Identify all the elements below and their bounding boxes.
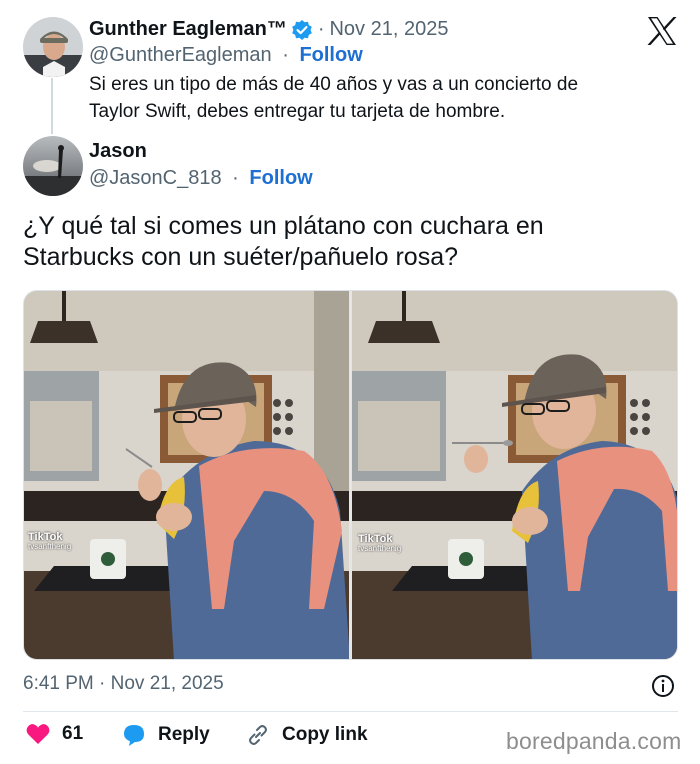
user-handle[interactable]: @JasonC_818: [89, 167, 222, 189]
info-icon[interactable]: [651, 674, 675, 703]
tiktok-user: tvsanfthenig: [358, 544, 402, 554]
tweet-text-line: Starbucks con un suéter/pañuelo rosa?: [23, 243, 458, 271]
avatar-gunther[interactable]: [23, 17, 83, 77]
like-button[interactable]: 61: [26, 723, 83, 745]
thread-connector: [51, 78, 53, 134]
reply-tweet-handle-row: @JasonC_818 · Follow: [89, 167, 313, 190]
user-handle[interactable]: @GuntherEagleman: [89, 44, 272, 66]
x-logo-icon[interactable]: [646, 16, 678, 51]
reply-button[interactable]: Reply: [122, 723, 210, 747]
heart-icon: [26, 723, 50, 745]
tiktok-watermark: TikTok tvsanfthenig: [28, 531, 71, 552]
separator: ·: [317, 18, 325, 40]
tweet-date[interactable]: Nov 21, 2025: [329, 18, 448, 41]
reply-label: Reply: [158, 724, 210, 745]
reply-tweet-header: Jason: [89, 140, 147, 163]
link-icon: [246, 723, 270, 747]
video-frame-left[interactable]: TikTok tvsanfthenig: [24, 291, 349, 659]
like-count: 61: [62, 723, 84, 744]
display-name[interactable]: Jason: [89, 140, 147, 163]
separator: ·: [282, 44, 289, 66]
copy-link-label: Copy link: [282, 724, 368, 745]
follow-button[interactable]: Follow: [299, 44, 362, 66]
tweet-text-line: Si eres un tipo de más de 40 años y vas …: [89, 74, 579, 95]
avatar-jason[interactable]: [23, 136, 83, 196]
tweet-text-line: ¿Y qué tal si comes un plátano con cucha…: [23, 212, 544, 240]
display-name[interactable]: Gunther Eagleman™: [89, 18, 287, 41]
reply-tweet-text: ¿Y qué tal si comes un plátano con cucha…: [23, 211, 544, 273]
separator: ·: [232, 167, 239, 189]
original-tweet-text: Si eres un tipo de más de 40 años y vas …: [89, 71, 578, 125]
reply-bubble-icon: [122, 723, 146, 747]
original-tweet-header: Gunther Eagleman™ · Nov 21, 2025: [89, 18, 448, 41]
tiktok-user: tvsanfthenig: [28, 542, 72, 552]
tiktok-watermark: TikTok tvsanfthenig: [358, 533, 401, 554]
follow-button[interactable]: Follow: [249, 167, 312, 189]
video-frame-right[interactable]: TikTok tvsanfthenig: [352, 291, 677, 659]
verified-badge-icon: [291, 19, 313, 41]
tweet-text-line: Taylor Swift, debes entregar tu tarjeta …: [89, 101, 506, 122]
divider: [23, 711, 678, 712]
tweet-media[interactable]: TikTok tvsanfthenig TikTok tvsanfthenig: [23, 290, 678, 660]
tweet-timestamp[interactable]: 6:41 PM · Nov 21, 2025: [23, 673, 224, 695]
copy-link-button[interactable]: Copy link: [246, 723, 368, 747]
site-watermark: boredpanda.com: [506, 728, 682, 754]
original-tweet-handle-row: @GuntherEagleman · Follow: [89, 44, 363, 67]
